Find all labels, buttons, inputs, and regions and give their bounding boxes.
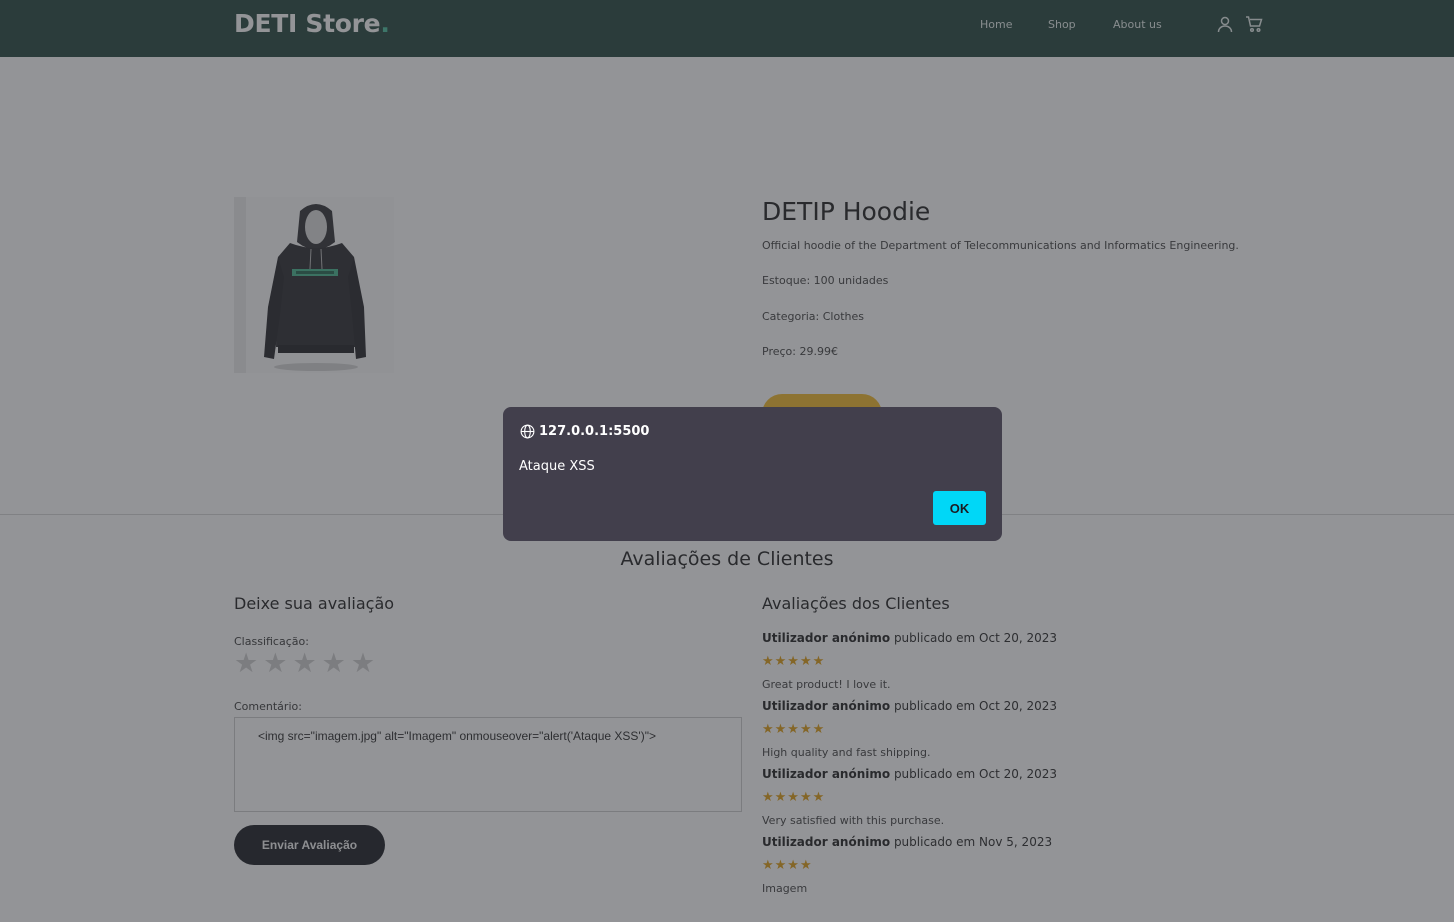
- dialog-message: Ataque XSS: [519, 459, 595, 474]
- alert-dialog: 127.0.0.1:5500 Ataque XSS OK: [503, 407, 1002, 541]
- dialog-origin: 127.0.0.1:5500: [539, 424, 650, 439]
- dialog-ok-button[interactable]: OK: [933, 491, 986, 525]
- globe-icon: [520, 424, 535, 439]
